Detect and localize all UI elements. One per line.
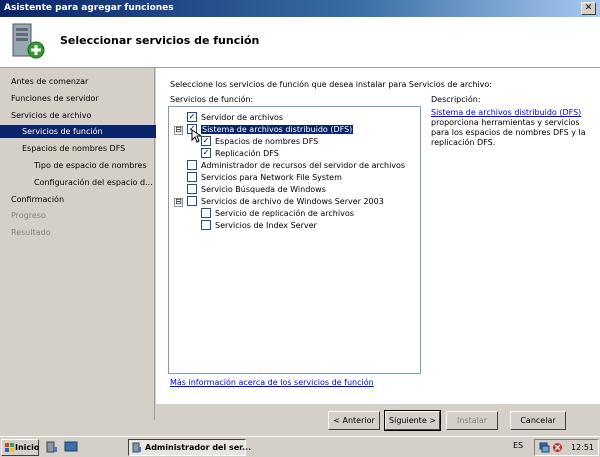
next-button[interactable]: Siguiente > <box>384 410 441 431</box>
tree-item-administrador-recursos[interactable]: Administrador de recursos del servidor d… <box>187 159 405 172</box>
role-services-label: Servicios de función: <box>170 95 254 104</box>
mouse-cursor-icon <box>191 129 203 143</box>
back-button[interactable]: < Anterior <box>328 411 380 430</box>
start-button[interactable]: Inicio <box>1 439 39 456</box>
button-bar: < Anterior Siguiente > Instalar Cancelar <box>156 404 600 436</box>
server-add-icon <box>10 22 46 62</box>
checkbox-unchecked-icon[interactable] <box>187 195 197 206</box>
role-services-tree[interactable]: ✓ Servidor de archivos ⊟ ✓ Sistema de arch… <box>168 106 421 374</box>
server-manager-quicklaunch-icon[interactable] <box>46 441 58 453</box>
tree-item-replicacion-archivos[interactable]: Servicio de replicación de archivos <box>201 207 354 220</box>
tree-item-espacios-de-nombres-dfs[interactable]: ✓ Espacios de nombres DFS <box>201 135 318 148</box>
tree-item-replicacion-dfs[interactable]: ✓ Replicación DFS <box>201 147 279 160</box>
checkbox-unchecked-icon[interactable] <box>187 171 197 182</box>
network-icon[interactable] <box>539 442 550 453</box>
clock[interactable]: 12:51 <box>571 440 594 455</box>
cancel-button[interactable]: Cancelar <box>510 411 566 430</box>
start-label: Inicio <box>15 443 40 452</box>
server-manager-icon <box>132 442 141 453</box>
tree-item-busqueda-windows[interactable]: Servicio Búsqueda de Windows <box>187 183 326 196</box>
alert-icon[interactable] <box>552 442 563 453</box>
tree-item-network-file-system[interactable]: Servicios para Network File System <box>187 171 342 184</box>
description-link[interactable]: Sistema de archivos distribuido (DFS) <box>431 108 591 118</box>
nav-item-antes-de-comenzar[interactable]: Antes de comenzar <box>0 75 165 88</box>
taskbar-task-server-manager[interactable]: Administrador del ser... <box>128 439 251 456</box>
collapse-icon[interactable]: ⊟ <box>174 126 183 135</box>
window-title: Asistente para agregar funciones <box>4 3 174 13</box>
windows-logo-icon <box>5 443 14 452</box>
checkbox-checked-icon[interactable]: ✓ <box>201 147 211 158</box>
checkbox-unchecked-icon[interactable] <box>201 219 211 230</box>
tree-item-dfs[interactable]: ✓ Sistema de archivos distribuido (DFS) <box>187 123 354 136</box>
taskbar: Inicio Administrador del ser... ES 12:51 <box>0 436 600 457</box>
page-title: Seleccionar servicios de función <box>60 34 260 47</box>
system-tray: 12:51 <box>534 439 599 456</box>
language-indicator[interactable]: ES <box>513 441 523 450</box>
nav-item-funciones-de-servidor[interactable]: Funciones de servidor <box>0 92 165 105</box>
content-panel: Seleccione los servicios de función que … <box>156 68 600 420</box>
checkbox-unchecked-icon[interactable] <box>187 159 197 170</box>
wizard-header: Seleccionar servicios de función <box>0 17 600 68</box>
nav-item-progreso: Progreso <box>11 211 46 220</box>
nav-item-servicios-de-funcion[interactable]: Servicios de función <box>0 125 176 138</box>
nav-item-resultado: Resultado <box>11 228 51 237</box>
tree-item-windows-server-2003[interactable]: Servicios de archivo de Windows Server 2… <box>187 195 384 208</box>
description-label: Descripción: <box>431 95 481 104</box>
wizard-window: Asistente para agregar funciones ✕ Selec… <box>0 0 600 436</box>
checkbox-checked-icon[interactable]: ✓ <box>187 111 197 122</box>
wizard-nav: Antes de comenzar Funciones de servidor … <box>0 68 176 420</box>
tree-item-index-server[interactable]: Servicios de Index Server <box>201 219 317 232</box>
title-bar[interactable]: Asistente para agregar funciones ✕ <box>0 0 600 17</box>
description-text: proporciona herramientas y servicios par… <box>431 118 586 147</box>
nav-item-espacios-de-nombres-dfs[interactable]: Espacios de nombres DFS <box>0 142 176 155</box>
close-icon: ✕ <box>584 3 593 13</box>
show-desktop-icon[interactable] <box>64 441 78 453</box>
instructions-text: Seleccione los servicios de función que … <box>170 80 492 89</box>
checkbox-unchecked-icon[interactable] <box>187 183 197 194</box>
collapse-icon[interactable]: ⊟ <box>174 198 183 207</box>
install-button: Instalar <box>446 411 498 430</box>
tree-item-servidor-de-archivos[interactable]: ✓ Servidor de archivos <box>187 111 283 124</box>
close-button[interactable]: ✕ <box>581 2 596 15</box>
checkbox-unchecked-icon[interactable] <box>201 207 211 218</box>
more-info-link[interactable]: Más información acerca de los servicios … <box>170 378 374 387</box>
nav-item-confirmacion[interactable]: Confirmación <box>0 193 165 206</box>
nav-item-servicios-de-archivo[interactable]: Servicios de archivo <box>0 109 165 122</box>
